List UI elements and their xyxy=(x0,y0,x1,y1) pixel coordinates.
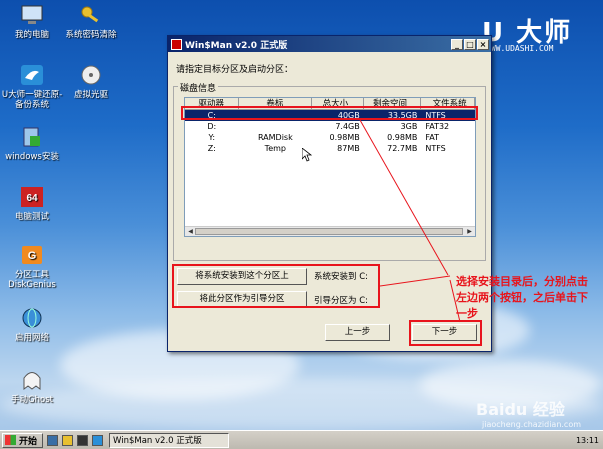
start-label: 开始 xyxy=(19,436,38,447)
taskbar-window-label: Win$Man v2.0 正式版 xyxy=(113,436,202,446)
annotation-text: 选择安装目录后，分别点击左边两个按钮，之后单击下一步 xyxy=(456,275,588,320)
annotation-arrows xyxy=(359,119,461,323)
watermark-text: Baidu 经验 xyxy=(476,400,565,419)
watermark-url: jiaocheng.chazidian.com xyxy=(482,420,582,429)
quicklaunch-folder-icon[interactable] xyxy=(62,434,74,446)
clock: 13:11 xyxy=(575,435,599,445)
windows-logo-icon xyxy=(5,435,16,445)
taskbar-window-button[interactable]: Win$Man v2.0 正式版 xyxy=(109,432,230,448)
taskbar: 开始 Win$Man v2.0 正式版 13:11 xyxy=(0,430,603,449)
arrow-to-row xyxy=(359,119,449,276)
mouse-cursor-icon xyxy=(302,148,312,162)
quicklaunch-desktop-icon[interactable] xyxy=(47,434,59,446)
start-button[interactable]: 开始 xyxy=(2,432,44,448)
quicklaunch-cmd-icon[interactable] xyxy=(77,434,89,446)
quicklaunch-app-icon[interactable] xyxy=(92,434,104,446)
arrow-to-buttons xyxy=(379,275,451,287)
